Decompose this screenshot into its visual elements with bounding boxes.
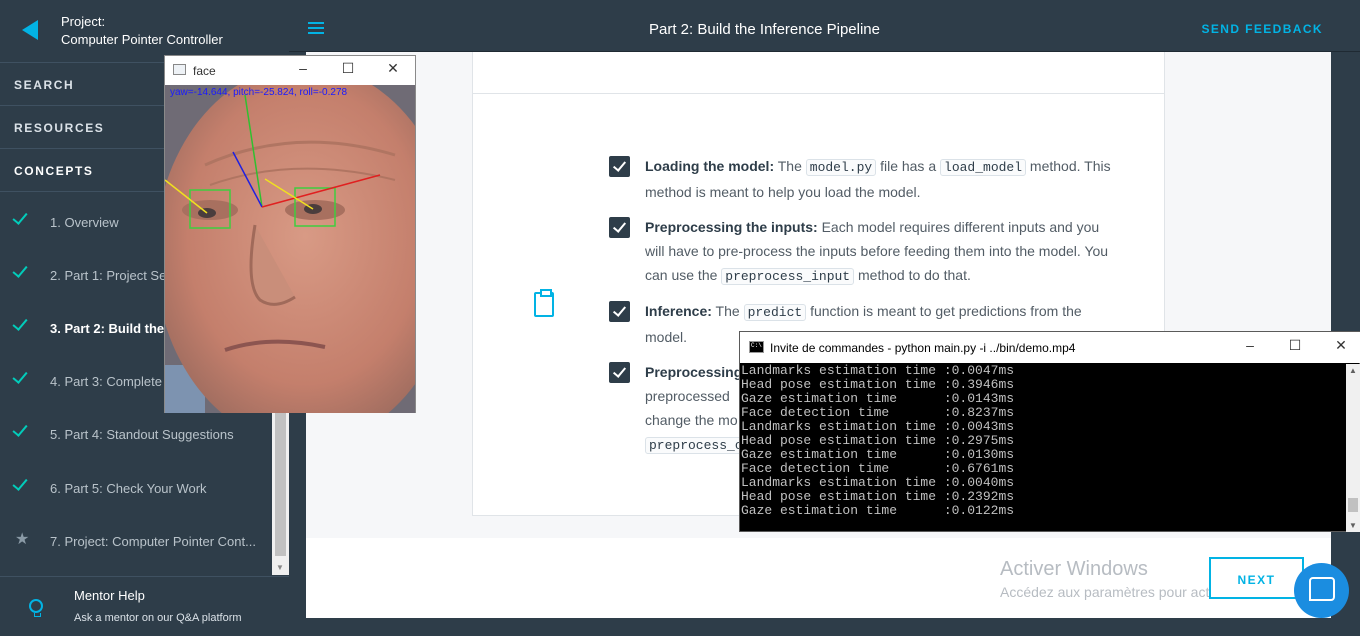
check-icon: [12, 421, 28, 437]
star-icon: ★: [15, 531, 30, 548]
sidebar-item-label: 6. Part 5: Check Your Work: [50, 481, 207, 496]
lightbulb-icon: [29, 599, 43, 617]
terminal-line: Landmarks estimation time :0.0040ms: [741, 475, 1015, 490]
task-text: The: [711, 303, 744, 319]
task-text: change the mo: [645, 412, 738, 428]
cmd-window-title: Invite de commandes - python main.py -i …: [770, 341, 1076, 355]
task-text: method to do that.: [854, 267, 971, 283]
terminal-line: Head pose estimation time :0.2392ms: [741, 489, 1015, 504]
scroll-down-arrow-icon[interactable]: ▼: [1349, 521, 1357, 530]
sidebar-item-label: 2. Part 1: Project Se: [50, 268, 167, 283]
terminal-line: Landmarks estimation time :0.0047ms: [741, 364, 1015, 378]
check-icon: [12, 368, 28, 384]
project-label: Project:: [61, 14, 106, 29]
next-button[interactable]: NEXT: [1209, 557, 1304, 599]
task-text: The: [774, 158, 806, 174]
scroll-down-arrow-icon[interactable]: ▼: [276, 563, 284, 572]
face-window-titlebar[interactable]: face – ☐ ✕: [165, 56, 415, 85]
task-title: Loading the model:: [645, 158, 775, 174]
top-bar: Part 2: Build the Inference Pipeline SEN…: [289, 0, 1360, 52]
terminal-line: Gaze estimation time :0.0130ms: [741, 447, 1015, 462]
task-item: Preprocessing preprocessed change the mo…: [645, 360, 740, 458]
check-icon: [12, 262, 28, 278]
terminal-line: Face detection time :0.8237ms: [741, 405, 1015, 420]
terminal-icon: [749, 341, 764, 353]
task-checkbox[interactable]: [609, 217, 630, 238]
cmd-scrollbar[interactable]: ▲ ▼: [1346, 364, 1360, 532]
sidebar-item-label: 4. Part 3: Complete: [50, 374, 162, 389]
code-snippet: load_model: [940, 159, 1027, 176]
check-icon: [12, 475, 28, 491]
close-icon[interactable]: ✕: [379, 60, 407, 80]
project-header: Project: Computer Pointer Controller: [0, 0, 289, 63]
task-text: file has a: [876, 158, 941, 174]
pose-readout: yaw=-14.644, pitch=-25.824, roll=-0.278: [170, 87, 348, 98]
sidebar-item-label: 7. Project: Computer Pointer Cont...: [50, 534, 256, 549]
terminal-line: Landmarks estimation time :0.0043ms: [741, 419, 1015, 434]
minimize-icon[interactable]: –: [289, 60, 317, 80]
task-title: Preprocessing the inputs:: [645, 219, 818, 235]
mentor-subtitle: Ask a mentor on our Q&A platform: [74, 612, 242, 624]
face-window[interactable]: face – ☐ ✕ yaw=-14.644, pitch=-25.824, r…: [164, 55, 416, 413]
task-checkbox[interactable]: [609, 156, 630, 177]
code-snippet: preprocess_input: [721, 268, 855, 285]
maximize-icon[interactable]: ☐: [334, 60, 362, 80]
sidebar-item-label: 1. Overview: [50, 215, 119, 230]
face-window-title: face: [193, 64, 216, 78]
sidebar-item-label: 5. Part 4: Standout Suggestions: [50, 427, 234, 442]
terminal-line: Head pose estimation time :0.2975ms: [741, 433, 1015, 448]
terminal-line: Gaze estimation time :0.0122ms: [741, 503, 1015, 518]
terminal-line: Head pose estimation time :0.3946ms: [741, 377, 1015, 392]
sidebar-item-part4[interactable]: 5. Part 4: Standout Suggestions: [0, 408, 272, 461]
code-snippet: predict: [743, 304, 807, 321]
mentor-help[interactable]: Mentor Help Ask a mentor on our Q&A plat…: [0, 576, 289, 636]
sidebar-item-project[interactable]: ★ 7. Project: Computer Pointer Cont...: [0, 515, 272, 568]
sidebar-item-label: 3. Part 2: Build the: [50, 321, 165, 336]
command-prompt-window[interactable]: Invite de commandes - python main.py -i …: [739, 331, 1360, 532]
task-item: Loading the model: The model.py file has…: [645, 154, 1115, 204]
task-item: Preprocessing the inputs: Each model req…: [645, 215, 1115, 289]
check-icon: [12, 315, 28, 331]
code-snippet: model.py: [805, 159, 877, 176]
menu-icon[interactable]: [308, 22, 324, 34]
terminal-output[interactable]: Landmarks estimation time :0.0047ms Head …: [741, 364, 1345, 530]
close-icon[interactable]: ✕: [1327, 337, 1355, 357]
clipboard-icon: [534, 289, 554, 317]
face-video-frame: yaw=-14.644, pitch=-25.824, roll=-0.278: [165, 85, 415, 413]
task-text: preprocessed: [645, 388, 730, 404]
task-checkbox[interactable]: [609, 362, 630, 383]
check-icon: [12, 209, 28, 225]
window-app-icon: [173, 64, 186, 75]
back-arrow-icon[interactable]: [22, 20, 38, 40]
project-name[interactable]: Computer Pointer Controller: [61, 32, 223, 47]
page-title: Part 2: Build the Inference Pipeline: [649, 21, 880, 38]
chat-icon[interactable]: [1294, 563, 1349, 618]
code-snippet: preprocess_o: [645, 437, 740, 454]
main-footer: [306, 538, 1331, 618]
terminal-line: Gaze estimation time :0.0143ms: [741, 391, 1015, 406]
activate-windows-title: Activer Windows: [1000, 558, 1148, 580]
maximize-icon[interactable]: ☐: [1281, 337, 1309, 357]
face-image: [165, 85, 415, 413]
task-title: Inference:: [645, 303, 712, 319]
cmd-window-titlebar[interactable]: Invite de commandes - python main.py -i …: [740, 332, 1360, 363]
minimize-icon[interactable]: –: [1236, 337, 1264, 357]
task-checkbox[interactable]: [609, 301, 630, 322]
terminal-line: Face detection time :0.6761ms: [741, 461, 1015, 476]
scroll-up-arrow-icon[interactable]: ▲: [1349, 366, 1357, 375]
task-title: Preprocessing: [645, 364, 740, 380]
divider: [473, 93, 1164, 94]
mentor-title: Mentor Help: [74, 588, 145, 603]
send-feedback-link[interactable]: SEND FEEDBACK: [1201, 22, 1323, 36]
scrollbar-thumb[interactable]: [1348, 498, 1358, 512]
sidebar-item-part5[interactable]: 6. Part 5: Check Your Work: [0, 462, 272, 515]
